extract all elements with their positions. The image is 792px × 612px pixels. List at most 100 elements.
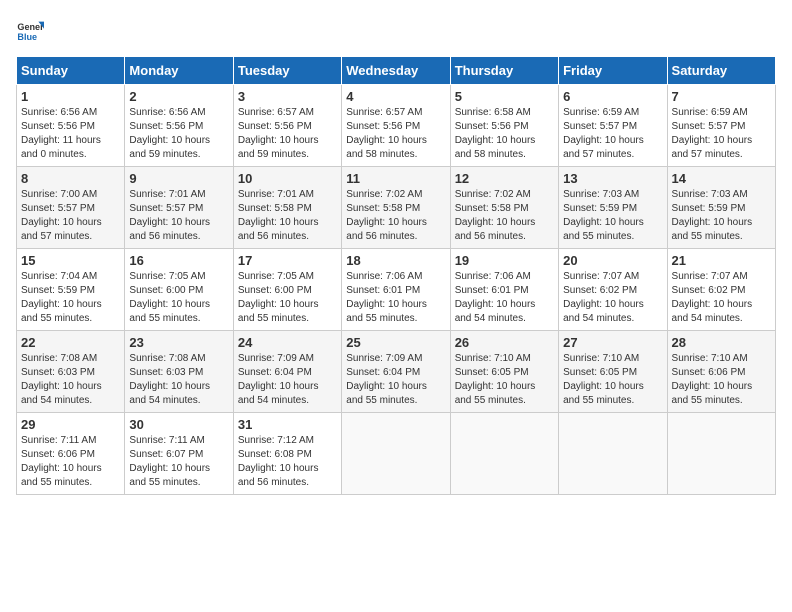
day-cell: 27 Sunrise: 7:10 AMSunset: 6:05 PMDaylig… [559, 331, 667, 413]
day-cell: 18 Sunrise: 7:06 AMSunset: 6:01 PMDaylig… [342, 249, 450, 331]
day-number: 7 [672, 89, 771, 104]
day-number: 21 [672, 253, 771, 268]
day-info: Sunrise: 6:59 AMSunset: 5:57 PMDaylight:… [563, 106, 662, 162]
day-number: 28 [672, 335, 771, 350]
day-cell: 20 Sunrise: 7:07 AMSunset: 6:02 PMDaylig… [559, 249, 667, 331]
day-number: 13 [563, 171, 662, 186]
day-cell: 8 Sunrise: 7:00 AMSunset: 5:57 PMDayligh… [17, 167, 125, 249]
day-cell: 13 Sunrise: 7:03 AMSunset: 5:59 PMDaylig… [559, 167, 667, 249]
day-cell: 11 Sunrise: 7:02 AMSunset: 5:58 PMDaylig… [342, 167, 450, 249]
day-info: Sunrise: 7:03 AMSunset: 5:59 PMDaylight:… [672, 188, 771, 244]
day-info: Sunrise: 7:01 AMSunset: 5:57 PMDaylight:… [129, 188, 228, 244]
day-cell: 17 Sunrise: 7:05 AMSunset: 6:00 PMDaylig… [233, 249, 341, 331]
day-number: 27 [563, 335, 662, 350]
day-cell: 12 Sunrise: 7:02 AMSunset: 5:58 PMDaylig… [450, 167, 558, 249]
day-cell: 29 Sunrise: 7:11 AMSunset: 6:06 PMDaylig… [17, 413, 125, 495]
day-info: Sunrise: 7:07 AMSunset: 6:02 PMDaylight:… [672, 270, 771, 326]
day-cell: 26 Sunrise: 7:10 AMSunset: 6:05 PMDaylig… [450, 331, 558, 413]
day-info: Sunrise: 7:02 AMSunset: 5:58 PMDaylight:… [455, 188, 554, 244]
logo: General Blue [16, 16, 44, 44]
day-number: 3 [238, 89, 337, 104]
day-info: Sunrise: 7:01 AMSunset: 5:58 PMDaylight:… [238, 188, 337, 244]
day-cell: 1 Sunrise: 6:56 AMSunset: 5:56 PMDayligh… [17, 85, 125, 167]
day-number: 15 [21, 253, 120, 268]
day-info: Sunrise: 7:10 AMSunset: 6:05 PMDaylight:… [455, 352, 554, 408]
day-header-tuesday: Tuesday [233, 57, 341, 85]
day-info: Sunrise: 7:04 AMSunset: 5:59 PMDaylight:… [21, 270, 120, 326]
day-number: 17 [238, 253, 337, 268]
day-cell: 28 Sunrise: 7:10 AMSunset: 6:06 PMDaylig… [667, 331, 775, 413]
day-info: Sunrise: 7:00 AMSunset: 5:57 PMDaylight:… [21, 188, 120, 244]
day-cell [559, 413, 667, 495]
day-number: 1 [21, 89, 120, 104]
day-cell: 5 Sunrise: 6:58 AMSunset: 5:56 PMDayligh… [450, 85, 558, 167]
day-info: Sunrise: 6:57 AMSunset: 5:56 PMDaylight:… [346, 106, 445, 162]
day-cell: 10 Sunrise: 7:01 AMSunset: 5:58 PMDaylig… [233, 167, 341, 249]
page-header: General Blue [16, 16, 776, 44]
day-info: Sunrise: 7:12 AMSunset: 6:08 PMDaylight:… [238, 434, 337, 490]
day-cell: 7 Sunrise: 6:59 AMSunset: 5:57 PMDayligh… [667, 85, 775, 167]
day-info: Sunrise: 7:11 AMSunset: 6:06 PMDaylight:… [21, 434, 120, 490]
day-header-friday: Friday [559, 57, 667, 85]
day-info: Sunrise: 7:06 AMSunset: 6:01 PMDaylight:… [346, 270, 445, 326]
day-info: Sunrise: 7:02 AMSunset: 5:58 PMDaylight:… [346, 188, 445, 244]
day-info: Sunrise: 7:11 AMSunset: 6:07 PMDaylight:… [129, 434, 228, 490]
week-row-1: 1 Sunrise: 6:56 AMSunset: 5:56 PMDayligh… [17, 85, 776, 167]
day-info: Sunrise: 7:06 AMSunset: 6:01 PMDaylight:… [455, 270, 554, 326]
day-number: 19 [455, 253, 554, 268]
day-header-saturday: Saturday [667, 57, 775, 85]
day-cell: 15 Sunrise: 7:04 AMSunset: 5:59 PMDaylig… [17, 249, 125, 331]
day-number: 6 [563, 89, 662, 104]
day-cell: 22 Sunrise: 7:08 AMSunset: 6:03 PMDaylig… [17, 331, 125, 413]
day-cell: 2 Sunrise: 6:56 AMSunset: 5:56 PMDayligh… [125, 85, 233, 167]
day-info: Sunrise: 7:08 AMSunset: 6:03 PMDaylight:… [129, 352, 228, 408]
day-number: 2 [129, 89, 228, 104]
day-info: Sunrise: 7:09 AMSunset: 6:04 PMDaylight:… [238, 352, 337, 408]
day-number: 31 [238, 417, 337, 432]
day-cell: 21 Sunrise: 7:07 AMSunset: 6:02 PMDaylig… [667, 249, 775, 331]
day-number: 23 [129, 335, 228, 350]
day-header-thursday: Thursday [450, 57, 558, 85]
day-cell: 19 Sunrise: 7:06 AMSunset: 6:01 PMDaylig… [450, 249, 558, 331]
day-cell: 25 Sunrise: 7:09 AMSunset: 6:04 PMDaylig… [342, 331, 450, 413]
week-row-3: 15 Sunrise: 7:04 AMSunset: 5:59 PMDaylig… [17, 249, 776, 331]
day-info: Sunrise: 7:05 AMSunset: 6:00 PMDaylight:… [238, 270, 337, 326]
day-number: 8 [21, 171, 120, 186]
day-header-sunday: Sunday [17, 57, 125, 85]
day-cell: 30 Sunrise: 7:11 AMSunset: 6:07 PMDaylig… [125, 413, 233, 495]
day-info: Sunrise: 6:58 AMSunset: 5:56 PMDaylight:… [455, 106, 554, 162]
day-info: Sunrise: 7:08 AMSunset: 6:03 PMDaylight:… [21, 352, 120, 408]
day-number: 20 [563, 253, 662, 268]
day-info: Sunrise: 7:07 AMSunset: 6:02 PMDaylight:… [563, 270, 662, 326]
day-number: 22 [21, 335, 120, 350]
day-info: Sunrise: 6:56 AMSunset: 5:56 PMDaylight:… [129, 106, 228, 162]
day-info: Sunrise: 6:57 AMSunset: 5:56 PMDaylight:… [238, 106, 337, 162]
day-number: 4 [346, 89, 445, 104]
day-number: 5 [455, 89, 554, 104]
day-cell: 6 Sunrise: 6:59 AMSunset: 5:57 PMDayligh… [559, 85, 667, 167]
day-cell: 4 Sunrise: 6:57 AMSunset: 5:56 PMDayligh… [342, 85, 450, 167]
day-cell: 24 Sunrise: 7:09 AMSunset: 6:04 PMDaylig… [233, 331, 341, 413]
day-cell: 3 Sunrise: 6:57 AMSunset: 5:56 PMDayligh… [233, 85, 341, 167]
day-number: 25 [346, 335, 445, 350]
day-info: Sunrise: 6:59 AMSunset: 5:57 PMDaylight:… [672, 106, 771, 162]
day-info: Sunrise: 7:05 AMSunset: 6:00 PMDaylight:… [129, 270, 228, 326]
day-cell [667, 413, 775, 495]
day-number: 24 [238, 335, 337, 350]
day-number: 14 [672, 171, 771, 186]
day-header-wednesday: Wednesday [342, 57, 450, 85]
day-cell: 14 Sunrise: 7:03 AMSunset: 5:59 PMDaylig… [667, 167, 775, 249]
day-cell: 16 Sunrise: 7:05 AMSunset: 6:00 PMDaylig… [125, 249, 233, 331]
day-cell: 9 Sunrise: 7:01 AMSunset: 5:57 PMDayligh… [125, 167, 233, 249]
day-cell: 31 Sunrise: 7:12 AMSunset: 6:08 PMDaylig… [233, 413, 341, 495]
day-number: 11 [346, 171, 445, 186]
day-number: 16 [129, 253, 228, 268]
svg-text:Blue: Blue [17, 32, 37, 42]
week-row-4: 22 Sunrise: 7:08 AMSunset: 6:03 PMDaylig… [17, 331, 776, 413]
week-row-5: 29 Sunrise: 7:11 AMSunset: 6:06 PMDaylig… [17, 413, 776, 495]
calendar-header-row: SundayMondayTuesdayWednesdayThursdayFrid… [17, 57, 776, 85]
day-number: 26 [455, 335, 554, 350]
day-info: Sunrise: 6:56 AMSunset: 5:56 PMDaylight:… [21, 106, 120, 162]
day-number: 29 [21, 417, 120, 432]
week-row-2: 8 Sunrise: 7:00 AMSunset: 5:57 PMDayligh… [17, 167, 776, 249]
